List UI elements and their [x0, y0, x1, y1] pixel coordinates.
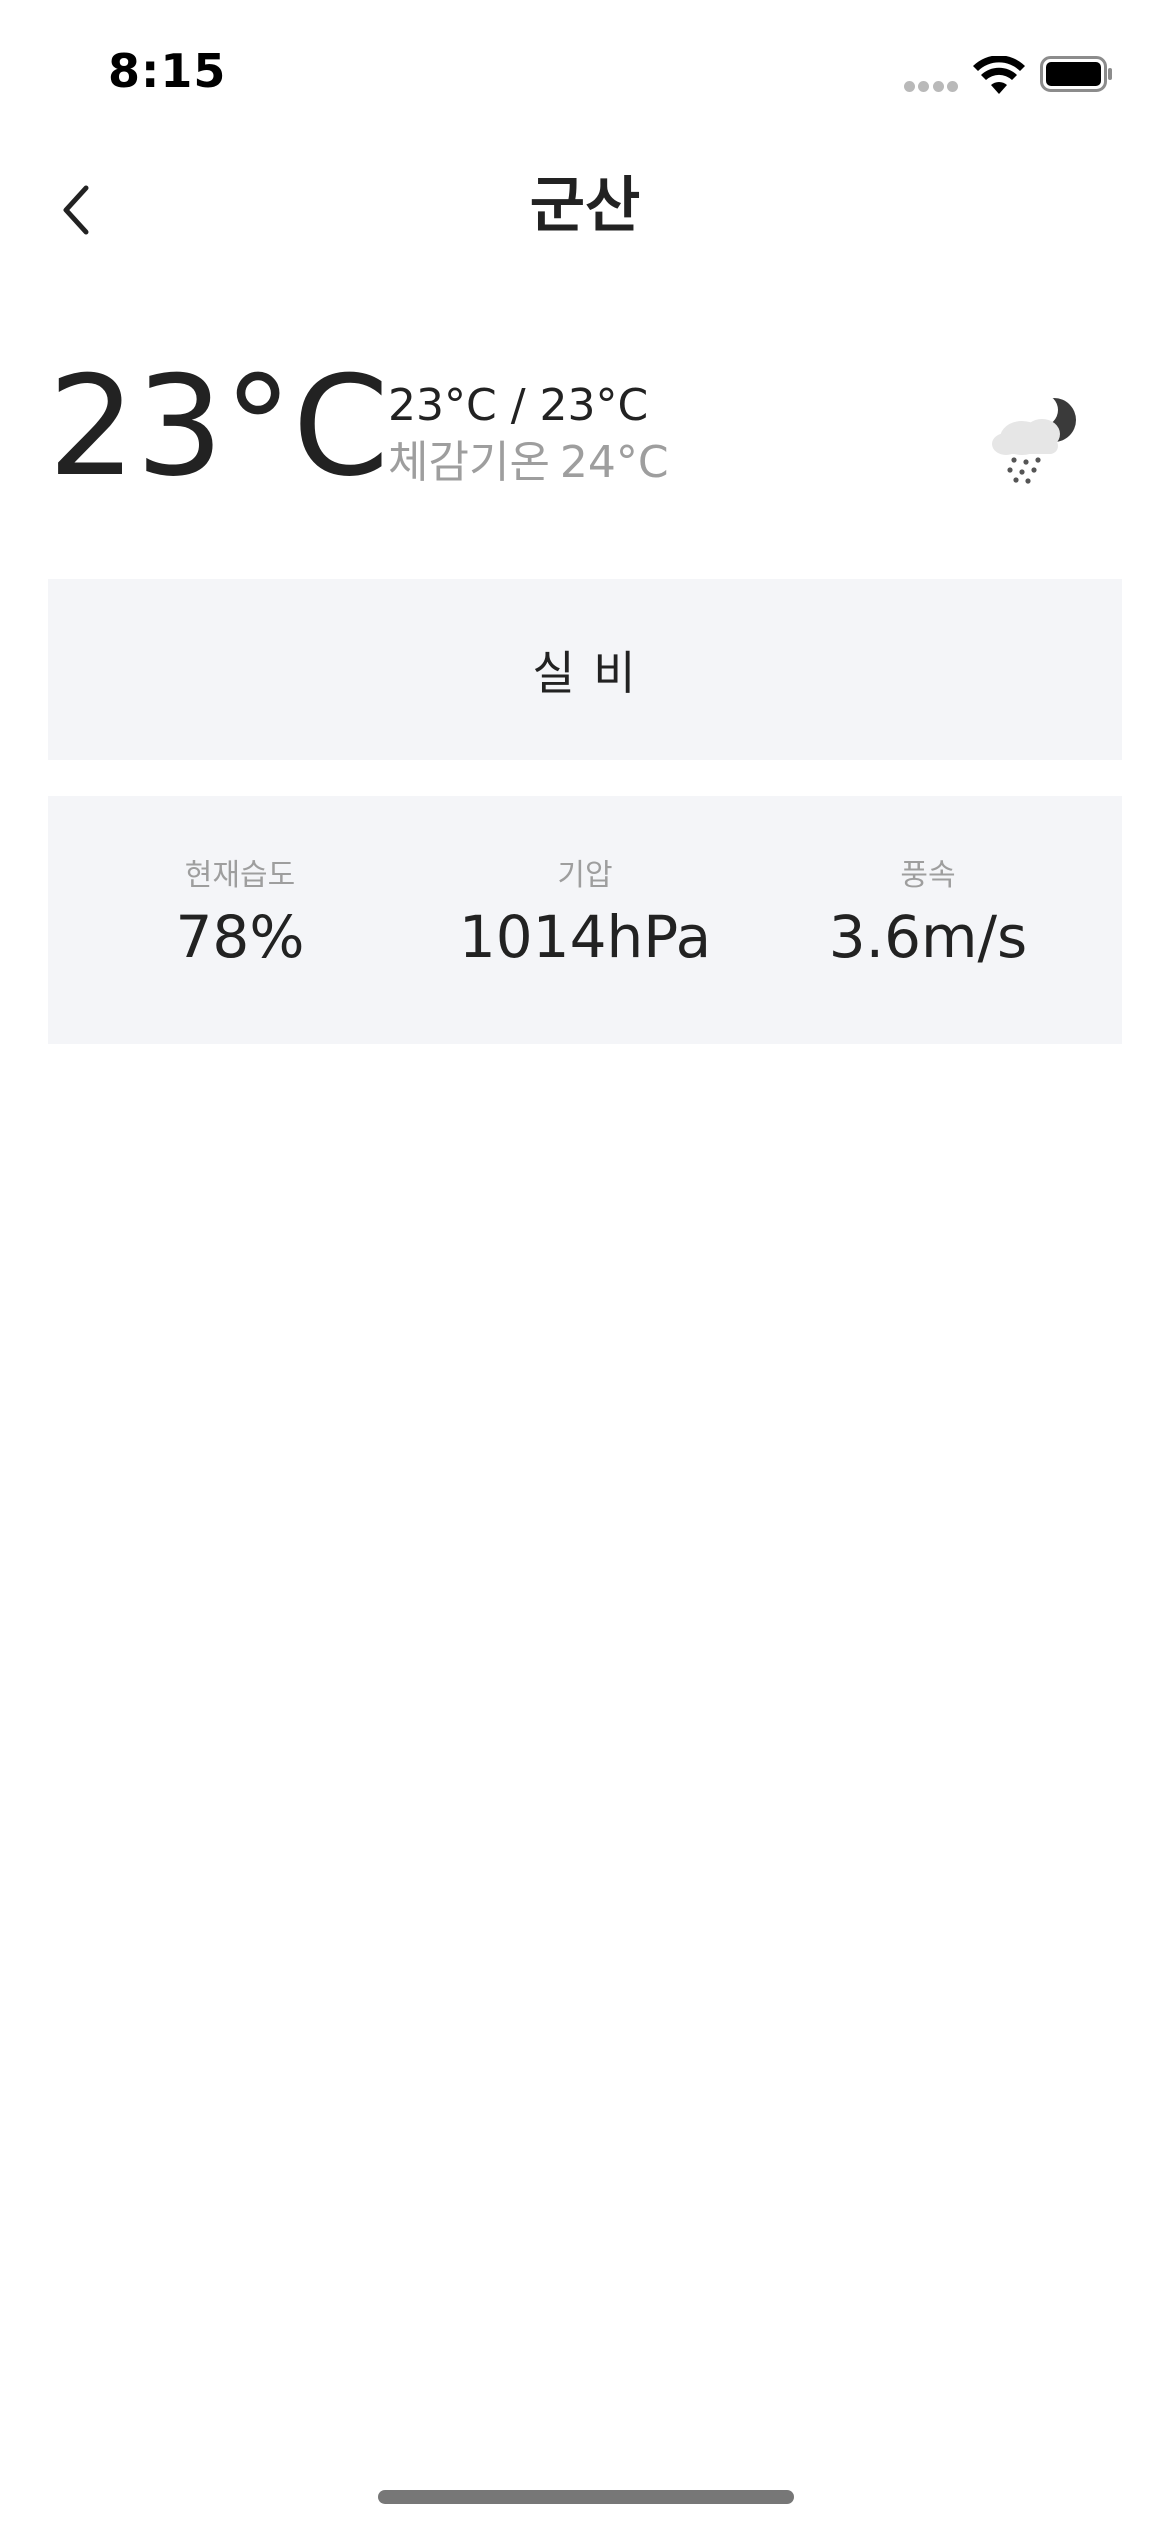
weather-condition-panel: 실 비 — [48, 579, 1122, 760]
status-bar: 8:15 — [0, 0, 1170, 150]
home-indicator[interactable] — [378, 2490, 794, 2504]
wifi-icon — [973, 56, 1025, 94]
wind-stat: 풍속 3.6m/s — [748, 858, 1108, 970]
humidity-stat: 현재습도 78% — [60, 858, 420, 970]
status-time: 8:15 — [108, 44, 227, 98]
battery-icon — [1040, 56, 1112, 92]
wind-value: 3.6m/s — [828, 903, 1028, 971]
weather-condition: 실 비 — [532, 645, 638, 700]
pressure-value: 1014hPa — [458, 903, 712, 971]
chevron-left-icon — [63, 185, 89, 235]
feels-like: 체감기온 24°C — [388, 435, 669, 491]
page-title: 군산 — [529, 171, 641, 241]
feels-like-value: 24°C — [559, 437, 669, 488]
feels-like-label: 체감기온 — [388, 437, 550, 488]
signal-dots-icon — [904, 80, 958, 92]
pressure-label: 기압 — [557, 858, 613, 893]
pressure-stat: 기압 1014hPa — [405, 858, 765, 970]
humidity-value: 78% — [175, 903, 305, 971]
current-temperature: 23°C — [48, 346, 389, 507]
back-button[interactable] — [36, 170, 116, 250]
night-rain-cloud-moon-icon — [992, 394, 1076, 484]
wind-label: 풍속 — [900, 858, 956, 893]
weather-stats-panel: 현재습도 78% 기압 1014hPa 풍속 3.6m/s — [48, 796, 1122, 1044]
humidity-label: 현재습도 — [184, 858, 296, 893]
temperature-range: 23°C / 23°C — [388, 380, 649, 431]
